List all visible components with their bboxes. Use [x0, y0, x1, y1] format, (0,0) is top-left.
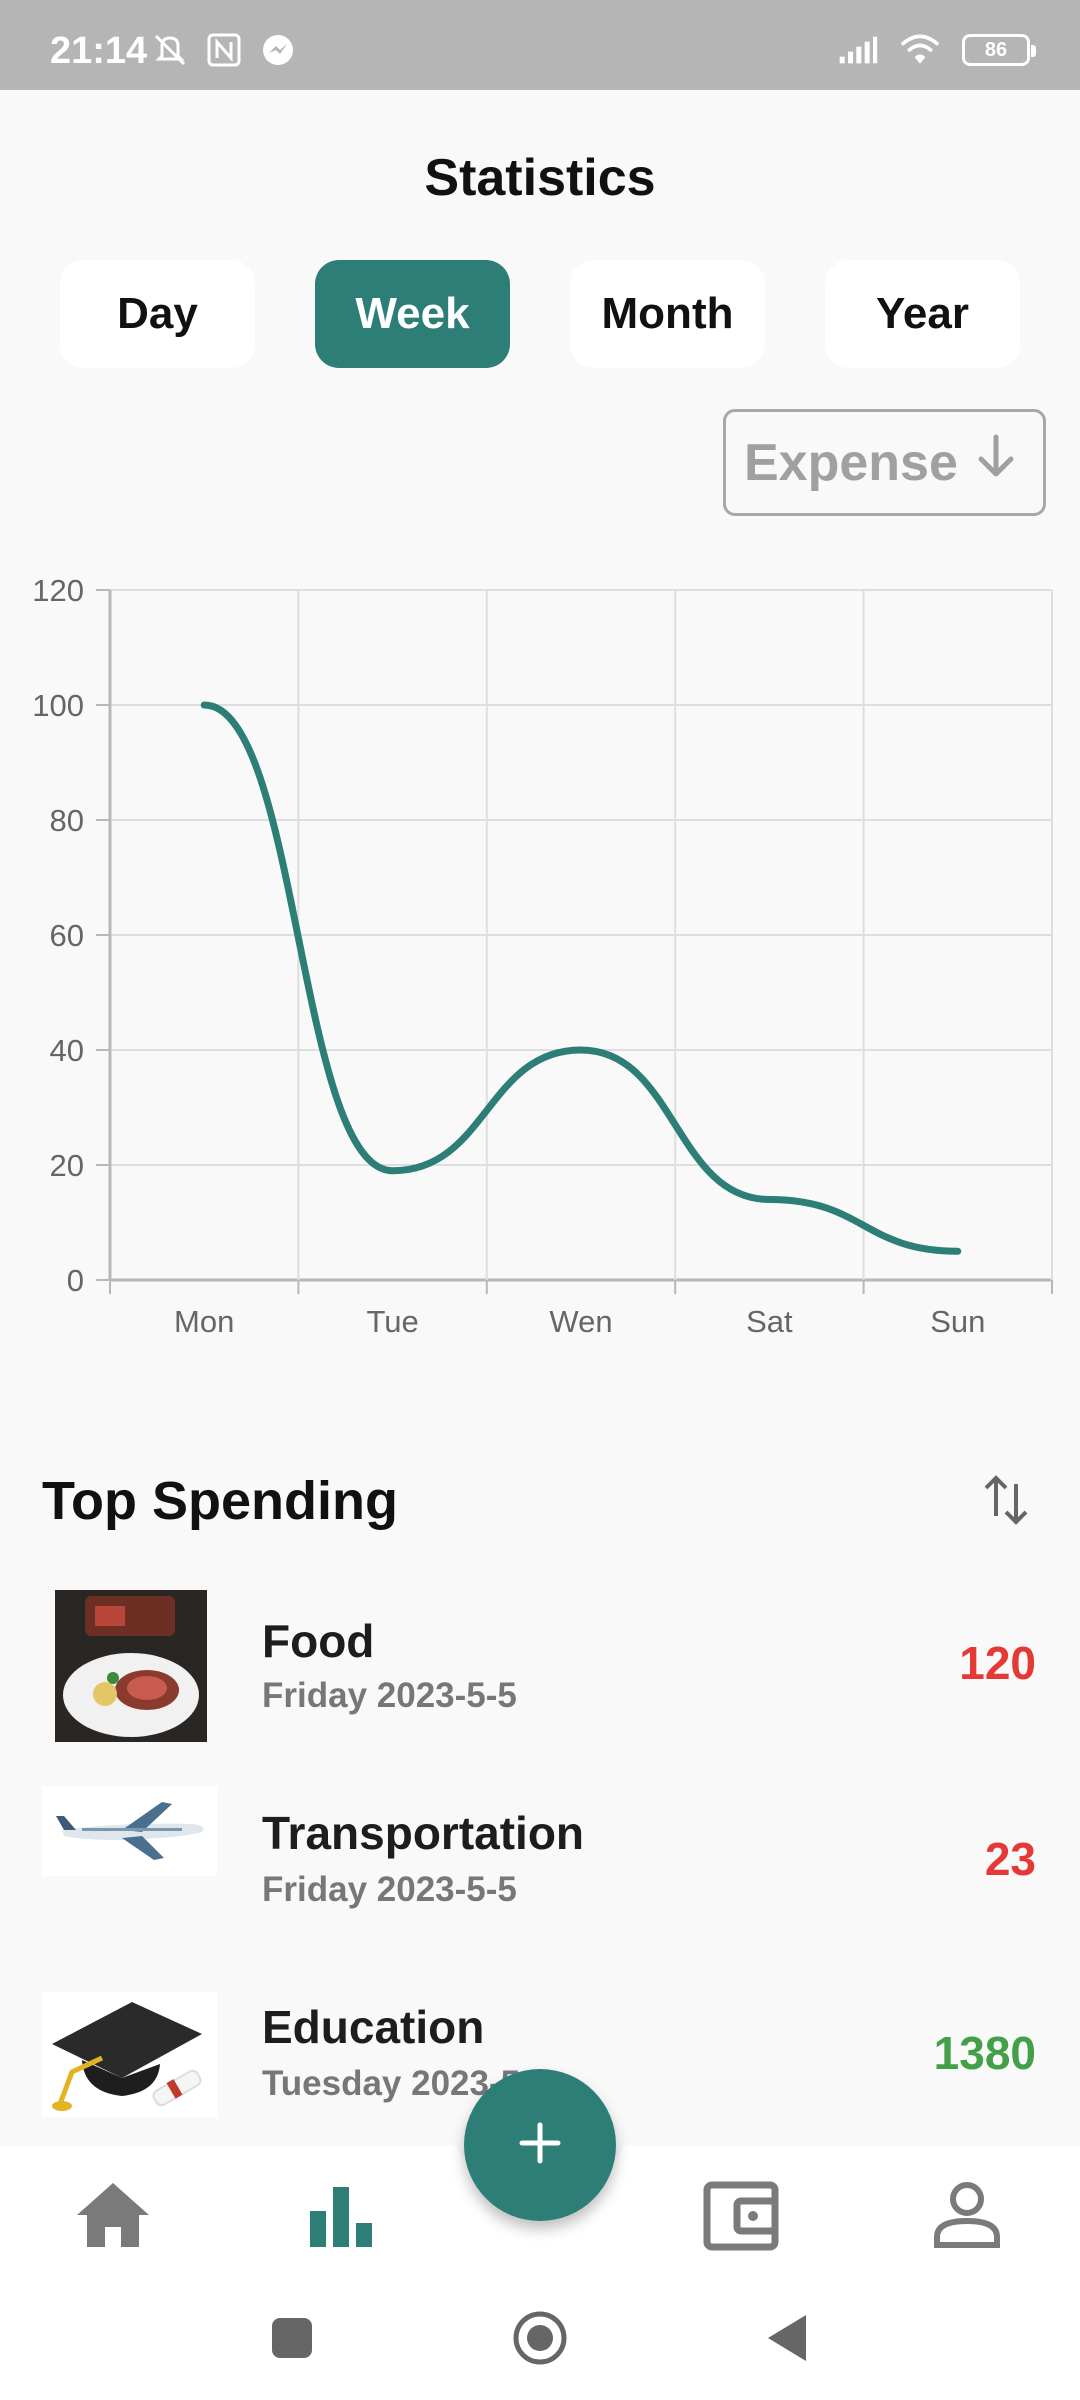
home-button[interactable]	[508, 2306, 572, 2370]
profile-icon[interactable]	[922, 2170, 1012, 2260]
x-tick-label: Mon	[174, 1304, 234, 1339]
y-tick-label: 40	[50, 1033, 84, 1068]
add-transaction-button[interactable]	[464, 2069, 616, 2221]
plus-icon	[518, 2121, 562, 2170]
x-tick-label: Sat	[746, 1304, 793, 1339]
airplane-thumbnail	[42, 1786, 217, 1916]
wallet-icon[interactable]	[696, 2170, 786, 2260]
y-tick-label: 80	[50, 803, 84, 838]
messenger-icon	[258, 30, 298, 70]
arrow-down-icon	[971, 431, 1021, 494]
item-subtitle: Friday 2023-5-5	[262, 1676, 517, 1715]
top-spending-title: Top Spending	[42, 1471, 398, 1531]
y-tick-label: 100	[32, 688, 84, 723]
item-title: Transportation	[262, 1807, 585, 1859]
item-subtitle: Friday 2023-5-5	[262, 1870, 517, 1909]
tab-month[interactable]: Month	[570, 260, 765, 368]
tab-week[interactable]: Week	[315, 260, 510, 368]
x-tick-label: Wen	[549, 1304, 612, 1339]
wifi-icon	[900, 30, 940, 70]
battery-icon: 86	[962, 34, 1036, 66]
weekly-expense-chart: 0 20 40 60 80 100 120 Mon Tue Wen Sat Sun	[0, 560, 1080, 1350]
item-amount: 1380	[933, 2027, 1036, 2079]
item-amount: 120	[959, 1637, 1036, 1689]
item-title: Education	[262, 2001, 485, 2053]
tab-year[interactable]: Year	[825, 260, 1020, 368]
status-time: 21:14	[50, 30, 148, 72]
signal-icon	[838, 30, 878, 70]
status-bar: 21:14 86	[0, 0, 1080, 90]
back-button[interactable]	[756, 2306, 820, 2370]
item-title: Food	[262, 1615, 375, 1667]
list-item[interactable]: Food Friday 2023-5-5 120	[0, 1580, 1080, 1750]
mute-icon	[150, 30, 190, 70]
system-navigation-bar	[0, 2276, 1080, 2400]
graduation-cap-thumbnail	[42, 1992, 217, 2117]
y-tick-label: 0	[67, 1263, 84, 1298]
x-tick-label: Sun	[930, 1304, 985, 1339]
y-tick-label: 20	[50, 1148, 84, 1183]
item-amount: 23	[984, 1833, 1036, 1885]
nfc-icon	[204, 30, 244, 70]
period-tabs: Day Week Month Year	[60, 260, 1020, 368]
line-chart: 0 20 40 60 80 100 120 Mon Tue Wen Sat Sun	[32, 573, 1053, 1339]
y-tick-label: 60	[50, 918, 84, 953]
list-item[interactable]: Transportation Friday 2023-5-5 23	[0, 1776, 1080, 1946]
tab-day[interactable]: Day	[60, 260, 255, 368]
page-title: Statistics	[424, 149, 656, 207]
recent-apps-button[interactable]	[260, 2306, 324, 2370]
series-line	[200, 701, 962, 1255]
bar-chart-icon[interactable]	[296, 2170, 386, 2260]
food-thumbnail	[55, 1590, 207, 1742]
swap-vertical-icon[interactable]	[980, 1470, 1032, 1530]
y-tick-label: 120	[32, 573, 84, 608]
home-icon[interactable]	[68, 2170, 158, 2260]
expense-dropdown[interactable]: Expense	[723, 409, 1046, 516]
expense-label: Expense	[744, 433, 958, 492]
x-tick-label: Tue	[366, 1304, 418, 1339]
